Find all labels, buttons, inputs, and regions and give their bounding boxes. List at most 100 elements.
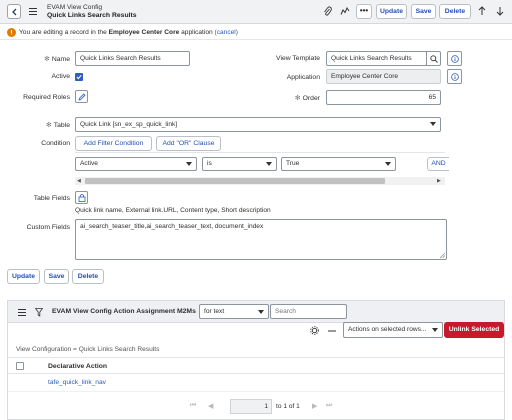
bottom-delete-button[interactable]: Delete — [72, 269, 104, 284]
active-label: Active — [51, 73, 70, 80]
form-header: EVAM View Config Quick Links Search Resu… — [0, 0, 512, 24]
arrow-down-icon[interactable] — [496, 6, 504, 16]
bottom-update-button[interactable]: Update — [7, 269, 40, 284]
application-field: Employee Center Core — [326, 69, 441, 84]
info-icon — [451, 73, 459, 81]
filter-icon[interactable] — [35, 308, 43, 317]
activity-stream-icon[interactable] — [340, 6, 350, 16]
name-label: ✻ Name — [20, 55, 70, 63]
add-or-clause-button[interactable]: Add "OR" Clause — [156, 136, 221, 151]
lookup-button[interactable] — [426, 51, 441, 66]
scope-app-name: Employee Center Core — [108, 29, 180, 36]
condition-value-select[interactable]: True — [281, 157, 396, 171]
related-list-title: EVAM View Config Action Assignment M2Ms — [52, 308, 196, 315]
gear-icon[interactable] — [310, 326, 319, 335]
select-all-checkbox[interactable] — [16, 362, 24, 370]
name-field[interactable]: Quick Links Search Results — [75, 51, 190, 66]
chevron-down-icon — [432, 328, 438, 332]
custom-fields-textarea[interactable]: ai_search_teaser_title,ai_search_teaser_… — [75, 219, 447, 260]
column-header-declarative-action[interactable]: Declarative Action — [48, 363, 107, 370]
mandatory-icon: ✻ — [43, 56, 50, 63]
view-template-label: View Template — [276, 55, 320, 62]
related-list-breadcrumb[interactable]: View Configuration = Quick Links Search … — [16, 346, 159, 353]
application-info-button[interactable] — [447, 69, 462, 84]
unlock-table-fields-button[interactable] — [75, 191, 88, 204]
previous-page-icon[interactable]: ◀ — [208, 402, 213, 410]
first-page-icon[interactable]: ⏮ — [190, 402, 196, 410]
condition-operator-select[interactable]: is — [202, 157, 277, 171]
table-row: tafe_quick_link_nav — [8, 375, 504, 392]
table-fields-label: Table Fields — [33, 195, 70, 202]
search-input[interactable]: Search — [270, 304, 347, 319]
page-number-input[interactable]: 1 — [230, 399, 272, 414]
table-select[interactable]: Quick Link [sn_ex_sp_quick_link] — [75, 117, 441, 132]
warning-icon — [7, 28, 16, 37]
scope-message: You are editing a record in the Employee… — [19, 29, 238, 36]
search-icon — [430, 55, 438, 63]
delete-button[interactable]: Delete — [439, 4, 471, 19]
table-label: ✻ Table — [20, 121, 70, 129]
hamburger-menu-icon[interactable] — [29, 8, 37, 15]
chevron-down-icon — [258, 310, 264, 314]
add-filter-condition-button[interactable]: Add Filter Condition — [75, 136, 152, 151]
search-field-select[interactable]: for text — [199, 304, 269, 319]
required-roles-label: Required Roles — [23, 94, 70, 101]
custom-fields-text: ai_search_teaser_title,ai_search_teaser_… — [80, 223, 264, 230]
application-label: Application — [286, 74, 320, 81]
table-select-value: Quick Link [sn_ex_sp_quick_link] — [80, 121, 178, 128]
active-checkbox[interactable] — [75, 73, 83, 81]
condition-field-select[interactable]: Active — [75, 157, 197, 171]
form-title: EVAM View Config — [47, 4, 103, 11]
actions-select[interactable]: Actions on selected rows... — [343, 322, 443, 338]
edit-roles-button[interactable] — [75, 90, 88, 103]
resize-handle-icon[interactable] — [440, 253, 445, 258]
update-button[interactable]: Update — [376, 4, 407, 19]
record-display-value: Quick Links Search Results — [47, 12, 137, 19]
save-button[interactable]: Save — [411, 4, 436, 19]
chevron-down-icon — [385, 162, 391, 166]
chevron-left-icon — [12, 8, 17, 16]
back-button[interactable] — [7, 4, 21, 19]
info-icon — [451, 55, 459, 63]
arrow-up-icon[interactable] — [478, 6, 486, 16]
order-field[interactable]: 65 — [326, 90, 441, 105]
hamburger-menu-icon[interactable] — [18, 309, 26, 316]
view-template-field[interactable]: Quick Links Search Results — [326, 51, 427, 66]
collapse-icon[interactable] — [328, 330, 336, 332]
scrollbar-thumb[interactable] — [85, 178, 385, 184]
scope-cancel-link[interactable]: (cancel) — [215, 29, 238, 36]
pagination: ⏮ ◀ 1 to 1 of 1 ▶ ⏭ — [188, 399, 338, 415]
scroll-left-icon[interactable]: ◀ — [77, 178, 81, 184]
custom-fields-label: Custom Fields — [26, 224, 70, 231]
table-fields-value: Quick link name, External link.URL, Cont… — [75, 207, 271, 214]
page-number-value: 1 — [264, 403, 268, 410]
scroll-right-icon[interactable]: ▶ — [437, 178, 441, 184]
order-label-text: Order — [302, 95, 320, 102]
next-page-icon[interactable]: ▶ — [312, 402, 317, 410]
and-button[interactable]: AND — [427, 157, 449, 171]
condition-builder: Active is True AND ◀ ▶ — [75, 152, 449, 186]
condition-label: Condition — [41, 140, 70, 147]
more-options-button[interactable]: ••• — [356, 4, 372, 19]
page-count-text: to 1 of 1 — [276, 403, 300, 410]
mandatory-icon: ✻ — [45, 122, 52, 129]
chevron-down-icon — [186, 162, 192, 166]
search-field-value: for text — [204, 308, 225, 315]
condition-value-value: True — [286, 160, 300, 167]
checkmark-icon — [76, 74, 82, 80]
last-page-icon[interactable]: ⏭ — [326, 402, 332, 410]
declarative-action-link[interactable]: tafe_quick_link_nav — [48, 379, 106, 386]
mandatory-icon: ✻ — [294, 95, 301, 102]
horizontal-scrollbar[interactable]: ◀ ▶ — [75, 177, 445, 185]
related-list-header: EVAM View Config Action Assignment M2Ms … — [8, 301, 504, 323]
paperclip-icon[interactable] — [323, 6, 332, 17]
table-label-text: Table — [53, 122, 70, 129]
name-label-text: Name — [51, 56, 70, 63]
unlink-selected-button[interactable]: Unlink Selected — [444, 322, 504, 338]
bottom-save-button[interactable]: Save — [44, 269, 69, 284]
more-dots-icon: ••• — [359, 6, 369, 15]
scope-prefix: You are editing a record in the — [19, 29, 109, 36]
chevron-down-icon — [266, 162, 272, 166]
view-template-info-button[interactable] — [447, 51, 462, 66]
actions-select-value: Actions on selected rows... — [348, 326, 427, 333]
